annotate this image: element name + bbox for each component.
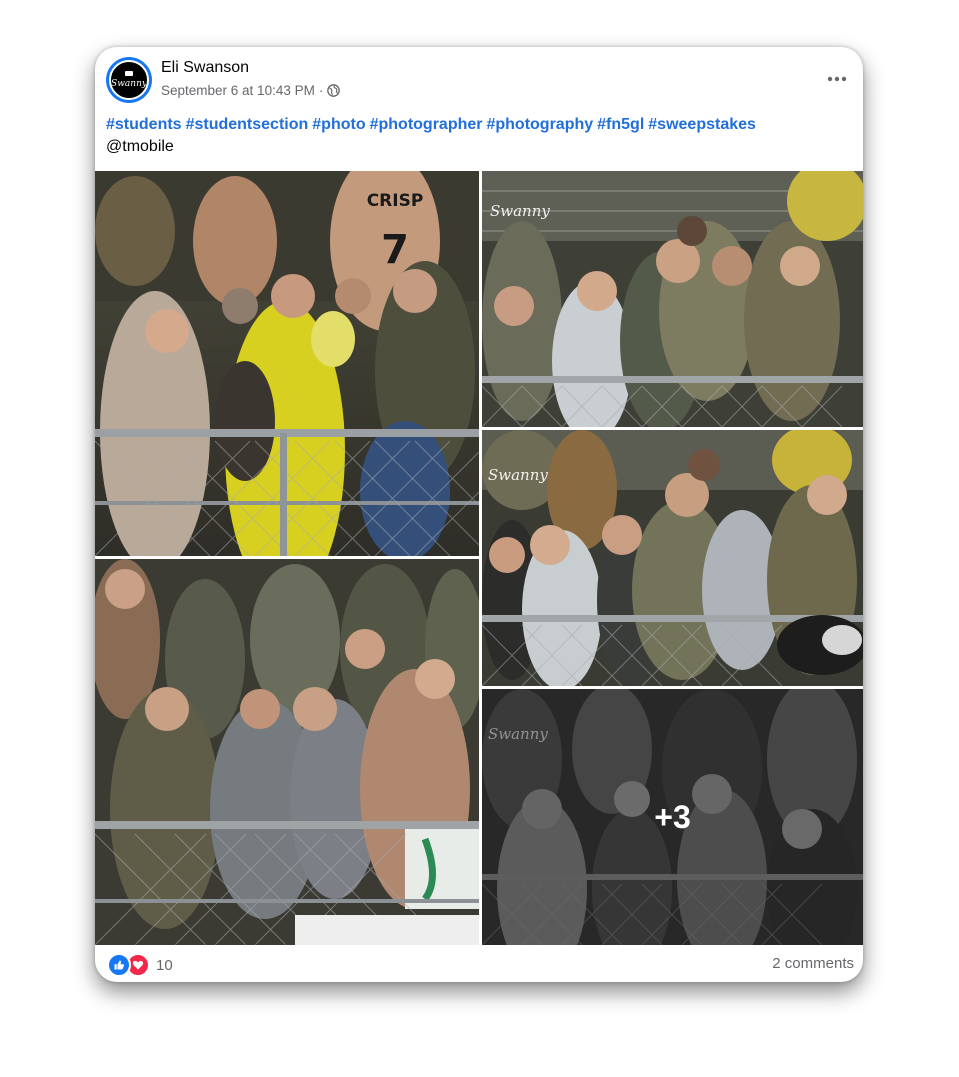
photo-2[interactable]: Swanny [482, 171, 863, 427]
hashtag-link[interactable]: #photographer [370, 116, 483, 133]
more-photos-overlay[interactable]: +3 [482, 689, 863, 945]
svg-text:CRISP: CRISP [367, 191, 424, 211]
swanny-logo-icon: Swanny [112, 71, 146, 89]
post-header: Swanny Eli Swanson September 6 at 10:43 … [95, 47, 863, 111]
post-card: Swanny Eli Swanson September 6 at 10:43 … [95, 47, 863, 982]
photo-4[interactable]: Swanny [482, 430, 863, 686]
reaction-summary[interactable]: 10 [107, 953, 173, 977]
globe-icon [327, 84, 341, 97]
timestamp[interactable]: September 6 at 10:43 PM [161, 83, 315, 98]
hashtag-link[interactable]: #sweepstakes [648, 116, 756, 133]
hashtag-line: #students #studentsection #photo #photograp… [106, 114, 856, 136]
post-footer: 10 2 comments [95, 945, 863, 982]
comments-count-link[interactable]: 2 comments [772, 955, 854, 972]
author-name[interactable]: Eli Swanson [161, 59, 249, 77]
hashtag-link[interactable]: #photography [486, 116, 593, 133]
svg-text:7: 7 [381, 227, 409, 273]
photo-1[interactable]: CRISP 7 [95, 171, 479, 556]
post-text: #students #studentsection #photo #photograp… [106, 114, 856, 158]
more-horizontal-icon [827, 76, 847, 82]
like-icon [107, 953, 131, 977]
hashtag-link[interactable]: #students [106, 116, 182, 133]
svg-text:Swanny: Swanny [490, 202, 550, 220]
more-options-button[interactable] [825, 67, 849, 91]
hashtag-link[interactable]: #studentsection [186, 116, 309, 133]
photo-3[interactable] [95, 559, 479, 945]
mention-text[interactable]: @tmobile [106, 136, 856, 158]
hashtag-link[interactable]: #photo [312, 116, 365, 133]
meta-separator: · [318, 83, 324, 98]
svg-text:Swanny: Swanny [488, 466, 548, 484]
avatar-logo: Swanny [109, 60, 149, 100]
photo-5-more[interactable]: Swanny +3 [482, 689, 863, 945]
photo-grid: CRISP 7 Swanny Swanny Swanny +3 [95, 171, 863, 945]
post-meta: September 6 at 10:43 PM · [161, 83, 341, 98]
reaction-count: 10 [156, 956, 173, 974]
avatar[interactable]: Swanny [106, 57, 152, 103]
hashtag-link[interactable]: #fn5gl [597, 116, 644, 133]
svg-text:Swanny: Swanny [112, 79, 146, 89]
